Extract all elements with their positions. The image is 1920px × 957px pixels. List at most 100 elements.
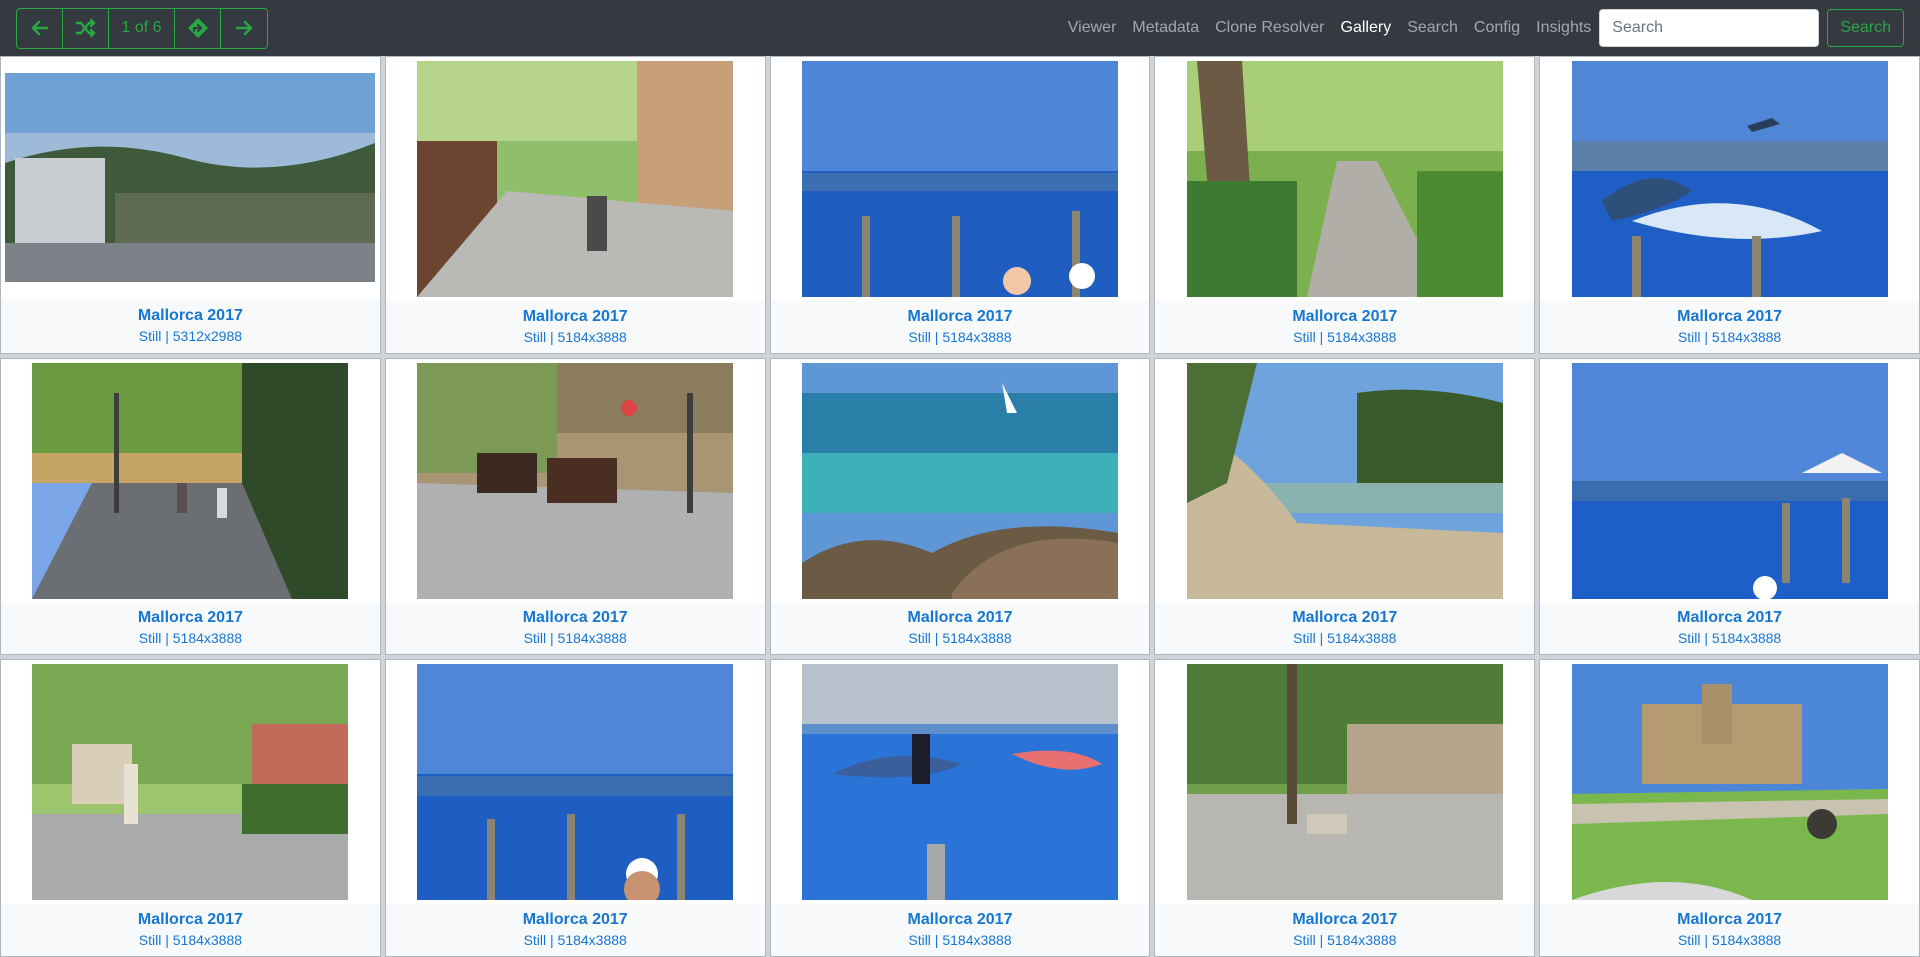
- thumbnail-wrapper: [1540, 660, 1919, 904]
- search-input[interactable]: [1599, 9, 1820, 47]
- card-subtitle[interactable]: Still | 5184x3888: [908, 327, 1011, 347]
- previous-button[interactable]: [17, 8, 63, 48]
- photo-thumbnail[interactable]: [1571, 61, 1888, 297]
- card-caption: Mallorca 2017 Still | 5184x3888: [385, 602, 765, 655]
- nav-links: Viewer Metadata Clone Resolver Gallery S…: [1052, 0, 1920, 56]
- nav-link-viewer[interactable]: Viewer: [1068, 19, 1117, 37]
- card-caption: Mallorca 2017 Still | 5184x3888: [770, 904, 1150, 956]
- photo-thumbnail[interactable]: [417, 61, 734, 297]
- navigation-button-group: 1 of 6: [16, 7, 268, 49]
- card-title[interactable]: Mallorca 2017: [138, 306, 243, 326]
- shuffle-icon: [75, 18, 95, 38]
- photo-thumbnail[interactable]: [5, 73, 376, 283]
- card-caption: Mallorca 2017 Still | 5184x3888: [1540, 602, 1919, 655]
- card-subtitle[interactable]: Still | 5184x3888: [1293, 628, 1396, 648]
- gallery-card[interactable]: Mallorca 2017 Still | 5184x3888: [384, 659, 766, 957]
- card-caption: Mallorca 2017 Still | 5312x2988: [1, 298, 380, 353]
- card-title[interactable]: Mallorca 2017: [1677, 307, 1782, 327]
- photo-thumbnail[interactable]: [417, 664, 734, 901]
- card-subtitle[interactable]: Still | 5184x3888: [139, 628, 242, 648]
- card-title[interactable]: Mallorca 2017: [523, 307, 628, 327]
- gallery-card[interactable]: Mallorca 2017 Still | 5184x3888: [384, 357, 766, 656]
- photo-thumbnail[interactable]: [801, 362, 1118, 599]
- shuffle-button[interactable]: [63, 8, 109, 48]
- photo-thumbnail[interactable]: [417, 362, 734, 599]
- card-subtitle[interactable]: Still | 5184x3888: [1678, 327, 1781, 347]
- card-title[interactable]: Mallorca 2017: [1292, 608, 1397, 628]
- thumbnail-wrapper: [1155, 359, 1534, 603]
- photo-thumbnail[interactable]: [1186, 362, 1503, 599]
- gallery-card[interactable]: Mallorca 2017 Still | 5184x3888: [1539, 56, 1920, 354]
- gallery-card[interactable]: Mallorca 2017 Still | 5184x3888: [384, 56, 766, 354]
- arrow-right-icon: [235, 20, 253, 36]
- card-title[interactable]: Mallorca 2017: [1292, 307, 1397, 327]
- gallery-card[interactable]: Mallorca 2017 Still | 5312x2988: [0, 56, 381, 354]
- card-title[interactable]: Mallorca 2017: [1677, 608, 1782, 628]
- card-title[interactable]: Mallorca 2017: [908, 910, 1013, 930]
- card-subtitle[interactable]: Still | 5184x3888: [139, 930, 242, 950]
- photo-thumbnail[interactable]: [801, 61, 1118, 297]
- thumbnail-wrapper: [1540, 57, 1919, 301]
- nav-link-config[interactable]: Config: [1474, 19, 1520, 37]
- card-subtitle[interactable]: Still | 5184x3888: [1293, 327, 1396, 347]
- card-subtitle[interactable]: Still | 5184x3888: [1678, 628, 1781, 648]
- top-navbar: 1 of 6 Viewer Metadata Clone Resolver Ga…: [0, 0, 1920, 56]
- card-subtitle[interactable]: Still | 5184x3888: [1293, 930, 1396, 950]
- card-subtitle[interactable]: Still | 5184x3888: [908, 628, 1011, 648]
- gallery-card[interactable]: Mallorca 2017 Still | 5184x3888: [0, 357, 381, 656]
- gallery-card[interactable]: Mallorca 2017 Still | 5184x3888: [1154, 357, 1536, 656]
- card-title[interactable]: Mallorca 2017: [138, 910, 243, 930]
- gallery-card[interactable]: Mallorca 2017 Still | 5184x3888: [1154, 56, 1536, 354]
- card-caption: Mallorca 2017 Still | 5184x3888: [1540, 904, 1919, 956]
- card-title[interactable]: Mallorca 2017: [1677, 910, 1782, 930]
- card-title[interactable]: Mallorca 2017: [908, 608, 1013, 628]
- photo-thumbnail[interactable]: [32, 664, 349, 901]
- card-title[interactable]: Mallorca 2017: [1292, 910, 1397, 930]
- card-caption: Mallorca 2017 Still | 5184x3888: [1155, 904, 1535, 956]
- card-title[interactable]: Mallorca 2017: [523, 910, 628, 930]
- thumbnail-wrapper: [1155, 660, 1534, 904]
- gallery-card[interactable]: Mallorca 2017 Still | 5184x3888: [1539, 357, 1920, 656]
- thumbnail-wrapper: [771, 359, 1150, 603]
- thumbnail-wrapper: [1, 359, 380, 603]
- gallery-card[interactable]: Mallorca 2017 Still | 5184x3888: [769, 56, 1151, 354]
- card-subtitle[interactable]: Still | 5184x3888: [524, 628, 627, 648]
- thumbnail-wrapper: [1155, 57, 1534, 301]
- gallery-card[interactable]: Mallorca 2017 Still | 5184x3888: [769, 357, 1151, 656]
- nav-link-clone-resolver[interactable]: Clone Resolver: [1215, 19, 1324, 37]
- gallery-card[interactable]: Mallorca 2017 Still | 5184x3888: [1539, 659, 1920, 957]
- photo-thumbnail[interactable]: [1571, 664, 1888, 901]
- thumbnail-wrapper: [771, 660, 1150, 904]
- card-subtitle[interactable]: Still | 5312x2988: [139, 326, 242, 346]
- photo-thumbnail[interactable]: [1186, 664, 1503, 901]
- next-button[interactable]: [221, 9, 267, 48]
- photo-thumbnail[interactable]: [32, 362, 349, 599]
- nav-link-metadata[interactable]: Metadata: [1132, 19, 1199, 37]
- gallery-card[interactable]: Mallorca 2017 Still | 5184x3888: [0, 659, 381, 957]
- nav-link-search[interactable]: Search: [1407, 19, 1458, 37]
- thumbnail-wrapper: [1, 660, 380, 904]
- card-title[interactable]: Mallorca 2017: [908, 307, 1013, 327]
- photo-thumbnail[interactable]: [801, 664, 1118, 901]
- card-subtitle[interactable]: Still | 5184x3888: [908, 930, 1011, 950]
- card-title[interactable]: Mallorca 2017: [138, 608, 243, 628]
- photo-thumbnail[interactable]: [1186, 61, 1503, 297]
- gallery-card[interactable]: Mallorca 2017 Still | 5184x3888: [769, 659, 1151, 957]
- directions-button[interactable]: [175, 8, 221, 48]
- nav-link-gallery[interactable]: Gallery: [1341, 19, 1392, 37]
- card-caption: Mallorca 2017 Still | 5184x3888: [1, 602, 380, 655]
- photo-thumbnail[interactable]: [1571, 362, 1888, 599]
- card-caption: Mallorca 2017 Still | 5184x3888: [770, 602, 1150, 655]
- gallery-card[interactable]: Mallorca 2017 Still | 5184x3888: [1154, 659, 1536, 957]
- card-caption: Mallorca 2017 Still | 5184x3888: [1155, 301, 1535, 353]
- card-subtitle[interactable]: Still | 5184x3888: [524, 930, 627, 950]
- card-subtitle[interactable]: Still | 5184x3888: [524, 327, 627, 347]
- card-subtitle[interactable]: Still | 5184x3888: [1678, 930, 1781, 950]
- nav-link-insights[interactable]: Insights: [1536, 19, 1591, 37]
- page-indicator[interactable]: 1 of 6: [109, 8, 175, 48]
- gallery-grid: Mallorca 2017 Still | 5312x2988 Mallorca 2…: [0, 56, 1920, 957]
- thumbnail-wrapper: [386, 359, 765, 603]
- card-title[interactable]: Mallorca 2017: [523, 608, 628, 628]
- thumbnail-wrapper: [771, 57, 1150, 301]
- search-button[interactable]: Search: [1827, 9, 1904, 47]
